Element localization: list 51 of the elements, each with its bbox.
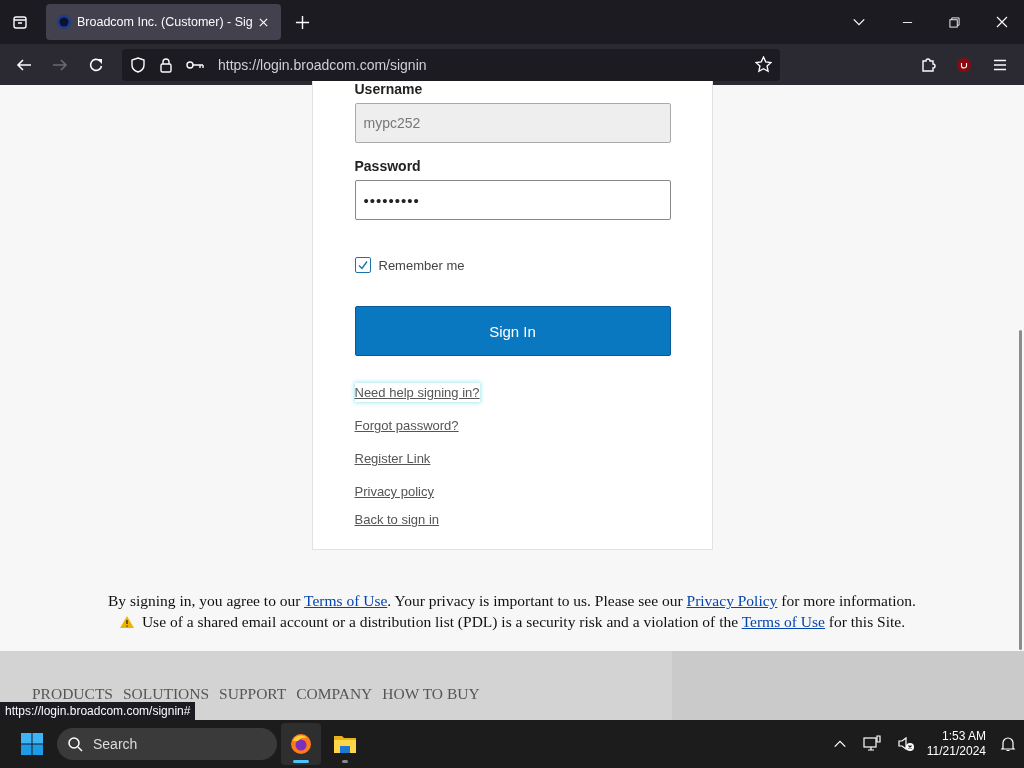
reload-icon[interactable] <box>88 56 104 73</box>
globe-icon <box>56 14 72 30</box>
fox-globe-icon <box>289 732 313 756</box>
browser-tab[interactable]: Broadcom Inc. (Customer) - Sig <box>46 4 281 40</box>
search-icon <box>67 736 83 752</box>
sign-in-button[interactable]: Sign In <box>354 306 671 356</box>
address-bar[interactable]: https://login.broadcom.com/signin <box>122 48 780 81</box>
clock-time[interactable]: 1:53 AM <box>941 729 986 744</box>
taskbar-app[interactable] <box>281 723 321 765</box>
footer-nav-link[interactable]: HOW TO BUY <box>382 685 480 702</box>
close-icon[interactable] <box>996 16 1008 28</box>
checkbox-label[interactable]: Remember me <box>378 257 465 273</box>
scrollbar[interactable] <box>1019 330 1022 650</box>
star-icon[interactable] <box>755 56 772 73</box>
network-icon[interactable] <box>862 735 881 753</box>
back-arrow-icon[interactable] <box>16 56 32 73</box>
taskbar-search[interactable]: Search <box>57 728 277 760</box>
tab-overview-icon[interactable] <box>12 14 28 30</box>
new-tab-icon[interactable] <box>294 14 310 30</box>
url-text: https://login.broadcom.com/signin <box>218 56 427 73</box>
help-link[interactable]: Back to sign in <box>354 510 440 529</box>
warning-notice: Use of a shared email account or a distribution list (PDL) is a security risk and a violation of the Terms of Use for this Site. <box>141 613 906 631</box>
help-link[interactable]: Register Link <box>354 449 431 468</box>
help-link[interactable]: Privacy policy <box>354 482 434 501</box>
start-icon[interactable] <box>20 732 44 756</box>
close-icon[interactable] <box>257 16 269 28</box>
help-link[interactable]: Need help signing in? <box>354 383 480 402</box>
footer-nav-link[interactable]: SOLUTIONS <box>122 685 210 702</box>
help-link[interactable]: Forgot password? <box>354 416 459 435</box>
footer-nav-link[interactable]: PRODUCTS <box>32 685 113 702</box>
restore-icon[interactable] <box>949 16 960 28</box>
shield-icon[interactable] <box>130 56 146 73</box>
bell-icon[interactable] <box>1000 736 1016 752</box>
clock-date[interactable]: 11/21/2024 <box>926 744 986 759</box>
checkbox[interactable] <box>354 257 371 273</box>
terms-link[interactable]: Privacy Policy <box>686 592 778 609</box>
lock-icon[interactable] <box>158 56 174 73</box>
footer-nav-link[interactable]: SUPPORT <box>219 685 287 702</box>
shield-badge-icon[interactable] <box>956 56 972 73</box>
forward-arrow-icon[interactable] <box>52 56 68 73</box>
terms-notice: By signing in, you agree to our Terms of Use. Your privacy is important to us. Please see our Privacy Policy for more information. <box>108 592 916 610</box>
puzzle-icon[interactable] <box>920 56 936 73</box>
field-label: Username <box>354 81 424 97</box>
speaker-muted-icon[interactable] <box>896 735 915 753</box>
field-label: Password <box>354 158 422 174</box>
footer-nav-link[interactable]: COMPANY <box>296 685 373 702</box>
terms-link[interactable]: Terms of Use <box>741 613 825 630</box>
warning-icon <box>118 615 135 629</box>
password-field[interactable]: ••••••••• <box>354 180 671 220</box>
status-url: https://login.broadcom.com/signin# <box>0 702 196 720</box>
key-icon[interactable] <box>186 58 204 71</box>
